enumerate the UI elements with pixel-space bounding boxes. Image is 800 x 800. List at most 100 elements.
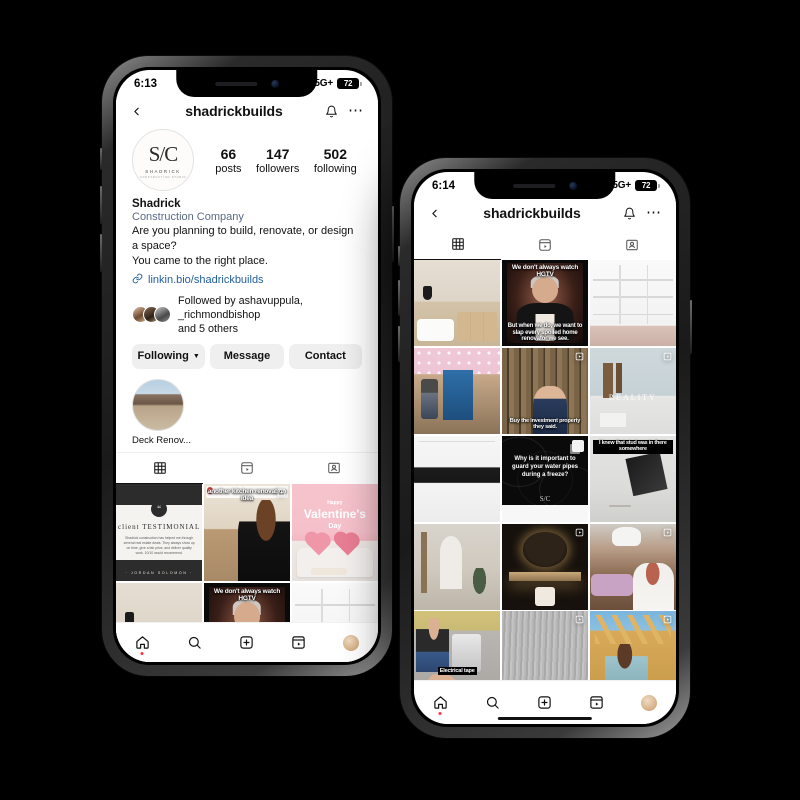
grid-post[interactable] bbox=[589, 260, 676, 347]
bell-icon[interactable] bbox=[325, 105, 338, 118]
grid-post[interactable] bbox=[414, 347, 501, 435]
grid-post[interactable]: Happy Valentine's Day bbox=[291, 483, 378, 582]
grid-post[interactable]: “ client TESTIMONIAL Shadrick constructi… bbox=[116, 483, 203, 582]
more-options-icon[interactable]: ⋯ bbox=[348, 103, 364, 118]
nav-reels[interactable] bbox=[291, 635, 306, 650]
followed-by-text: Followed by ashavuppula, _richmondbishop… bbox=[178, 294, 362, 336]
grid-post[interactable] bbox=[414, 435, 501, 523]
grid-post[interactable] bbox=[589, 523, 676, 610]
volume-down-button[interactable] bbox=[398, 326, 400, 362]
phone-screen: 6:14 5G+ 72 shadrickbuilds ⋯ We don't al… bbox=[414, 172, 676, 724]
reels-icon bbox=[575, 615, 584, 624]
stat-posts-label: posts bbox=[215, 162, 242, 175]
post-artwork: “ client TESTIMONIAL Shadrick constructi… bbox=[116, 483, 203, 582]
volume-up-button[interactable] bbox=[398, 280, 400, 316]
chevron-left-icon[interactable] bbox=[130, 105, 143, 118]
meme-bottom-text: But when we do, we want to slap every sp… bbox=[507, 323, 583, 343]
nav-search[interactable] bbox=[485, 695, 500, 710]
nav-create[interactable] bbox=[239, 635, 254, 650]
avatar-monogram: S/C bbox=[148, 142, 179, 166]
nav-home[interactable] bbox=[433, 695, 448, 715]
tab-reels[interactable] bbox=[203, 453, 290, 484]
reels-icon bbox=[663, 528, 672, 537]
nav-search[interactable] bbox=[187, 635, 202, 650]
header-actions: ⋯ bbox=[623, 205, 662, 220]
brand-monogram: S/C bbox=[539, 495, 551, 504]
profile-link-text: linkin.bio/shadrickbuilds bbox=[148, 273, 264, 286]
grid-post[interactable] bbox=[414, 260, 501, 347]
post-artwork: Why is it important to guard your water … bbox=[501, 435, 589, 523]
grid-post[interactable] bbox=[589, 611, 676, 690]
grid-post[interactable]: I knew that stud was in there somewhere bbox=[589, 435, 676, 523]
tab-reels[interactable] bbox=[501, 229, 588, 260]
signal-bars-icon bbox=[299, 79, 311, 88]
profile-link[interactable]: linkin.bio/shadrickbuilds bbox=[132, 273, 362, 287]
chevron-down-icon: ▼ bbox=[192, 352, 200, 360]
quote-icon: “ bbox=[151, 501, 168, 518]
avatar[interactable]: S/C SHADRICK CONSTRUCTION STUDIO bbox=[132, 129, 194, 191]
grid-post[interactable]: We don't always watch HGTV But when we d… bbox=[501, 260, 589, 347]
post-grid: We don't always watch HGTV But when we d… bbox=[414, 260, 676, 690]
grid-post[interactable]: REALITY bbox=[589, 347, 676, 435]
tab-grid[interactable] bbox=[414, 229, 502, 260]
battery-icon: 72 bbox=[635, 180, 660, 191]
status-time: 6:14 bbox=[432, 179, 456, 192]
followed-by[interactable]: Followed by ashavuppula, _richmondbishop… bbox=[132, 294, 362, 336]
volume-up-button[interactable] bbox=[100, 186, 102, 224]
grid-post[interactable]: Buy the investment property they said. bbox=[501, 347, 589, 435]
story-highlight-label: Deck Renov... bbox=[132, 434, 191, 446]
grid-post[interactable]: another kitchen renovation idea bbox=[203, 483, 291, 582]
contact-button[interactable]: Contact bbox=[288, 343, 362, 369]
phone-right-grid: 6:14 5G+ 72 shadrickbuilds ⋯ We don't al… bbox=[398, 158, 692, 738]
notification-dot bbox=[140, 652, 144, 655]
valentine-kicker: Happy bbox=[327, 499, 343, 506]
bio-line-2: You came to the right place. bbox=[132, 255, 268, 268]
volume-down-button[interactable] bbox=[100, 234, 102, 272]
post-artwork bbox=[414, 611, 501, 690]
status-bar: 6:14 5G+ 72 bbox=[414, 172, 676, 199]
following-button[interactable]: Following ▼ bbox=[132, 343, 206, 369]
home-indicator[interactable] bbox=[497, 717, 593, 720]
battery-level: 72 bbox=[635, 180, 657, 191]
grid-post[interactable]: Why is it important to guard your water … bbox=[501, 435, 589, 523]
chevron-left-icon[interactable] bbox=[428, 207, 441, 220]
stat-following[interactable]: 502 following bbox=[314, 146, 357, 175]
mute-switch[interactable] bbox=[100, 148, 102, 170]
grid-post[interactable] bbox=[501, 611, 589, 690]
tab-tagged[interactable] bbox=[291, 453, 378, 484]
message-button[interactable]: Message bbox=[210, 343, 284, 369]
notification-dot bbox=[438, 712, 442, 715]
screenshot-canvas: 6:13 5G+ 72 shadrickbuilds ⋯ S/C SHADRIC… bbox=[0, 0, 800, 800]
page-title: shadrickbuilds bbox=[483, 205, 581, 221]
bio-line-1: Are you planning to build, renovate, or … bbox=[132, 225, 354, 252]
nav-profile[interactable] bbox=[343, 634, 360, 651]
post-body: Shadrick construction has helped me thro… bbox=[123, 535, 195, 555]
more-options-icon[interactable]: ⋯ bbox=[646, 205, 662, 220]
profile-tabs bbox=[116, 451, 378, 484]
bell-icon[interactable] bbox=[623, 207, 636, 220]
post-artwork bbox=[414, 523, 501, 610]
tab-tagged[interactable] bbox=[589, 229, 676, 260]
nav-profile[interactable] bbox=[641, 694, 658, 711]
reels-icon bbox=[277, 488, 286, 497]
story-highlight-item[interactable]: Deck Renov... bbox=[132, 378, 191, 446]
signal-bars-icon bbox=[597, 181, 609, 190]
power-button[interactable] bbox=[392, 206, 394, 262]
power-button[interactable] bbox=[690, 300, 692, 354]
nav-home[interactable] bbox=[135, 635, 150, 655]
avatar bbox=[154, 306, 171, 324]
follower-avatars bbox=[132, 306, 171, 324]
stat-followers[interactable]: 147 followers bbox=[256, 146, 299, 175]
meme-top-text: We don't always watch HGTV bbox=[511, 264, 579, 279]
reels-icon bbox=[575, 352, 584, 361]
grid-post[interactable] bbox=[501, 523, 589, 610]
page-title: shadrickbuilds bbox=[185, 103, 283, 119]
grid-post[interactable]: Electrical tape bbox=[414, 611, 501, 690]
tab-grid[interactable] bbox=[116, 453, 204, 484]
grid-post[interactable] bbox=[414, 523, 501, 610]
nav-reels[interactable] bbox=[589, 695, 604, 710]
nav-create[interactable] bbox=[537, 695, 552, 710]
stat-posts[interactable]: 66 posts bbox=[215, 146, 241, 175]
mute-switch[interactable] bbox=[398, 246, 400, 266]
stat-following-count: 502 bbox=[323, 145, 347, 162]
